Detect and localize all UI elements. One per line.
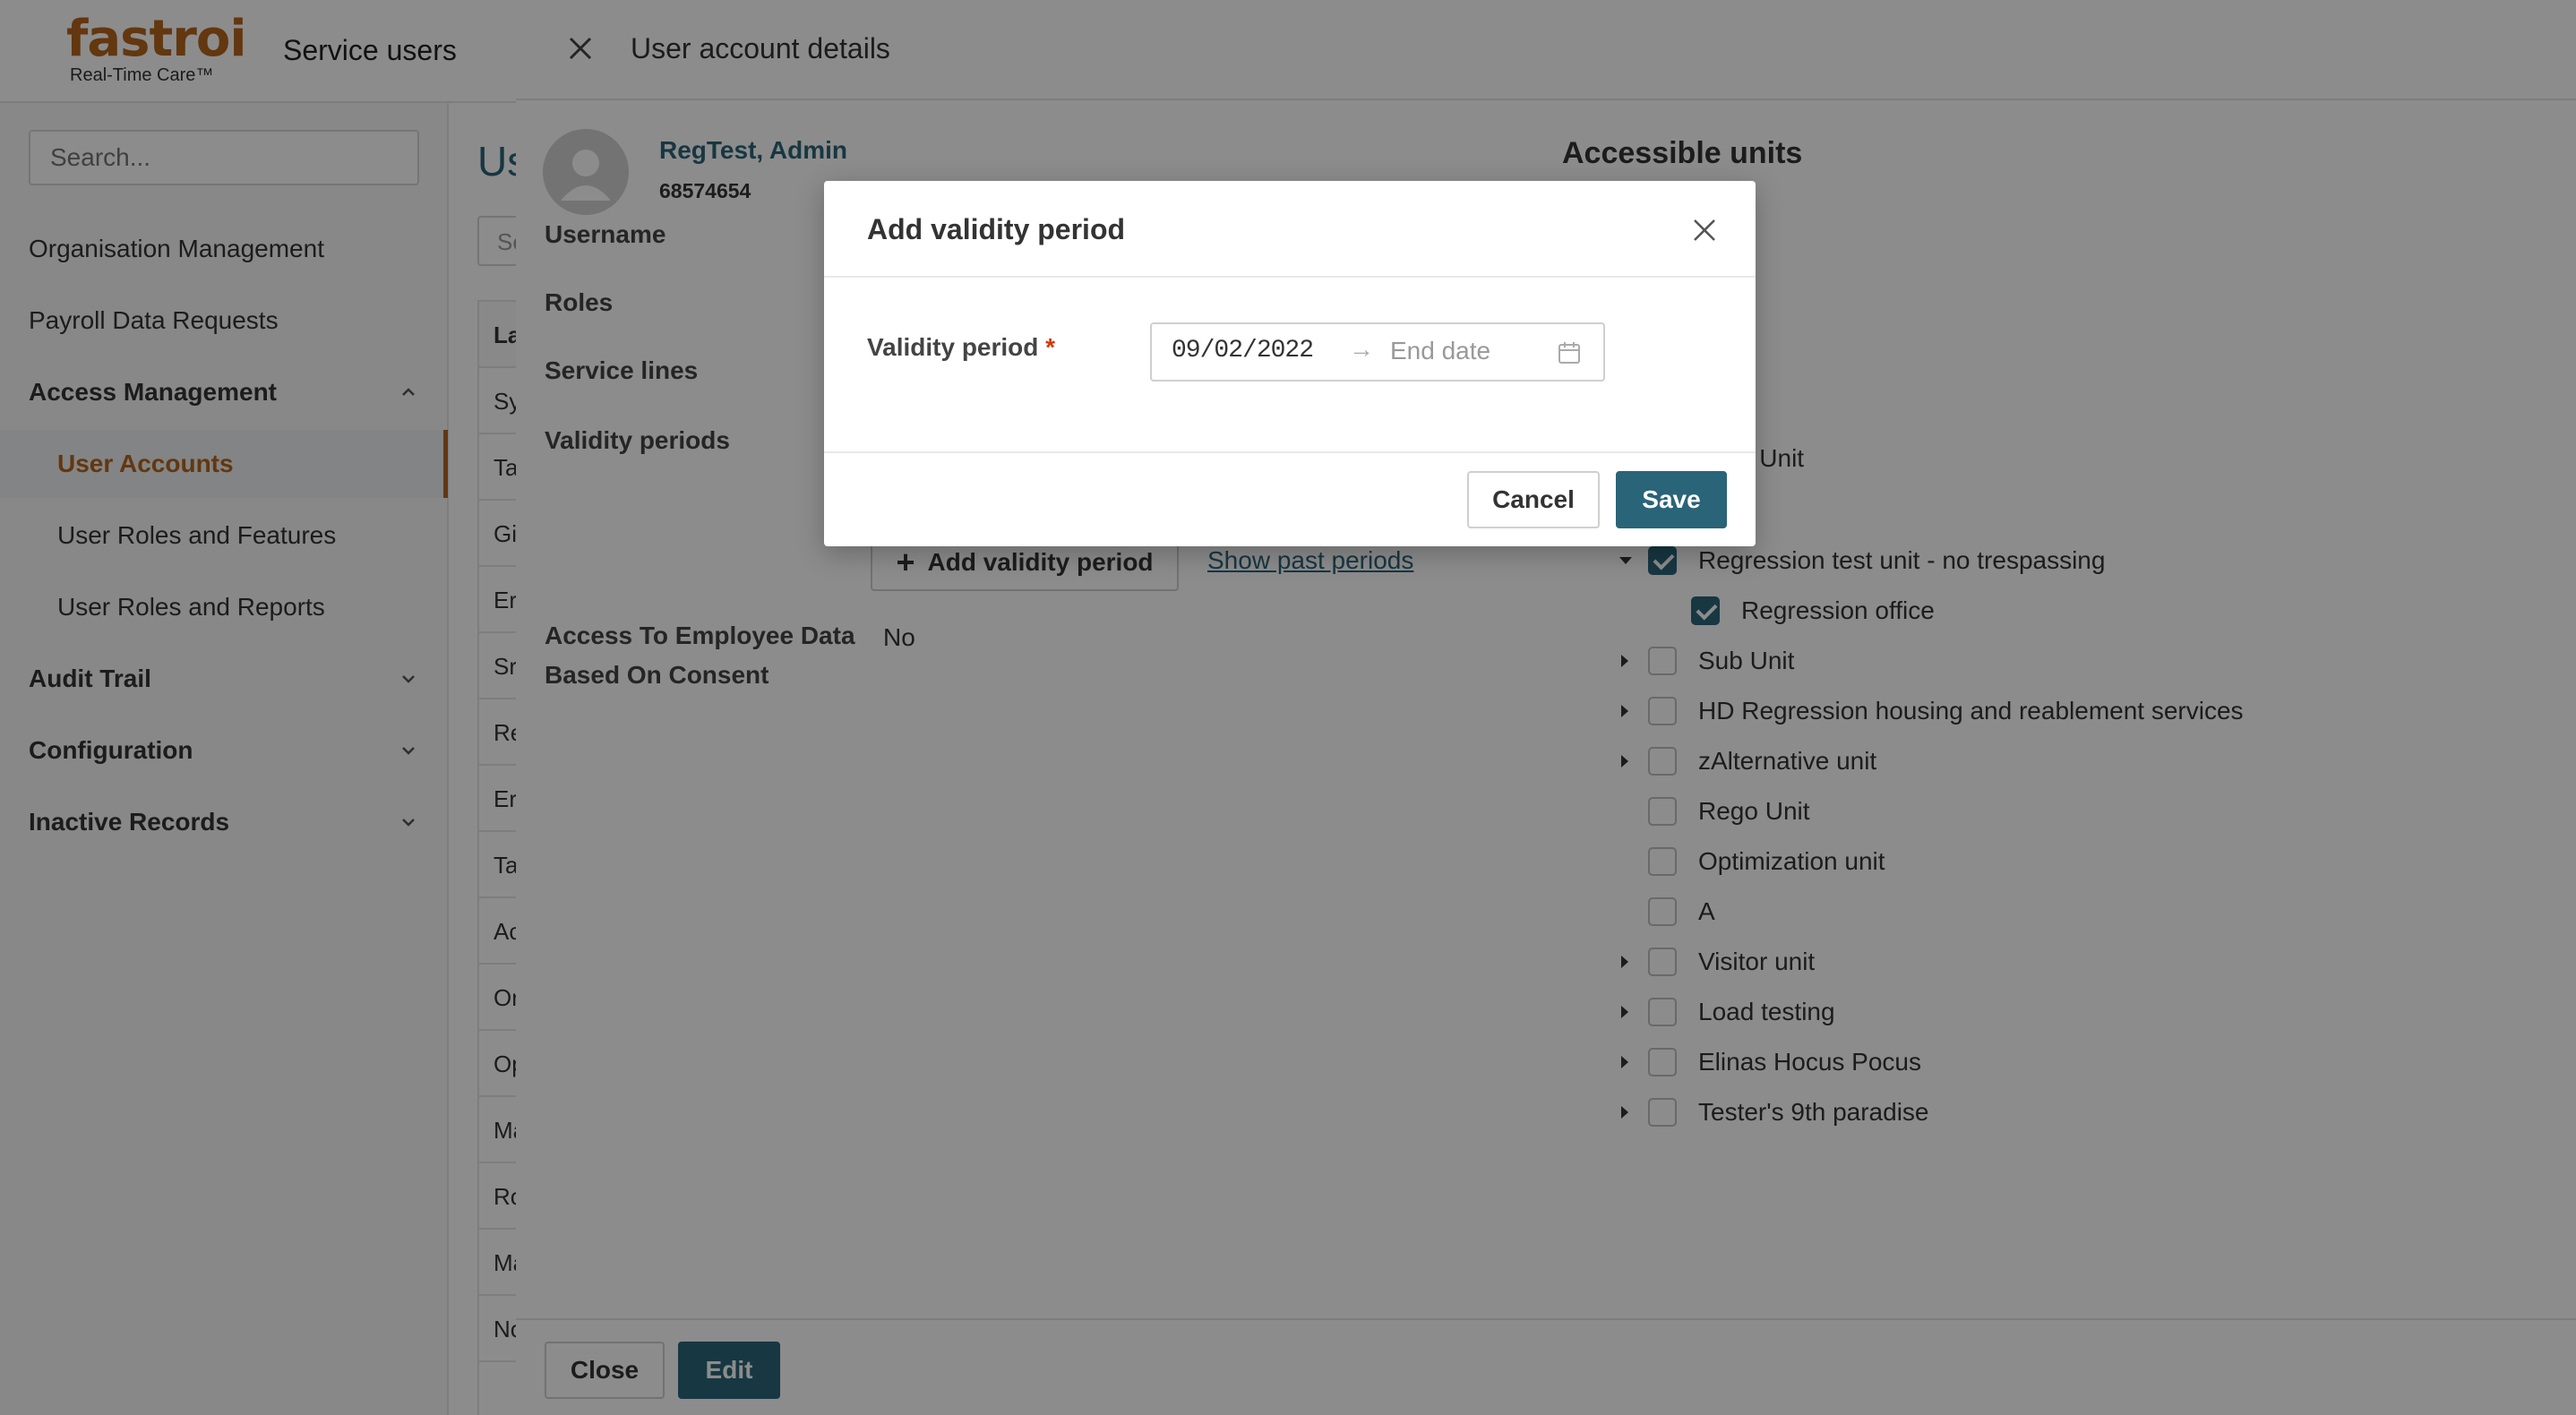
cancel-button[interactable]: Cancel (1467, 471, 1600, 528)
close-icon[interactable] (1691, 217, 1718, 244)
modal-header: Add validity period (824, 181, 1756, 278)
modal-title: Add validity period (867, 213, 1126, 245)
validity-period-label: Validity period * (867, 333, 1055, 362)
start-date-input[interactable]: 09/02/2022 (1172, 337, 1314, 364)
modal-footer: Cancel Save (824, 451, 1756, 546)
end-date-input[interactable]: End date (1390, 337, 1490, 365)
date-range-picker[interactable]: 09/02/2022 → End date (1150, 322, 1605, 382)
save-button[interactable]: Save (1616, 471, 1727, 528)
add-validity-period-modal: Add validity period Validity period * 09… (824, 181, 1756, 546)
arrow-right-icon: → (1349, 335, 1374, 363)
required-marker: * (1045, 333, 1056, 361)
validity-period-label-text: Validity period (867, 333, 1039, 361)
calendar-icon[interactable] (1557, 340, 1582, 365)
